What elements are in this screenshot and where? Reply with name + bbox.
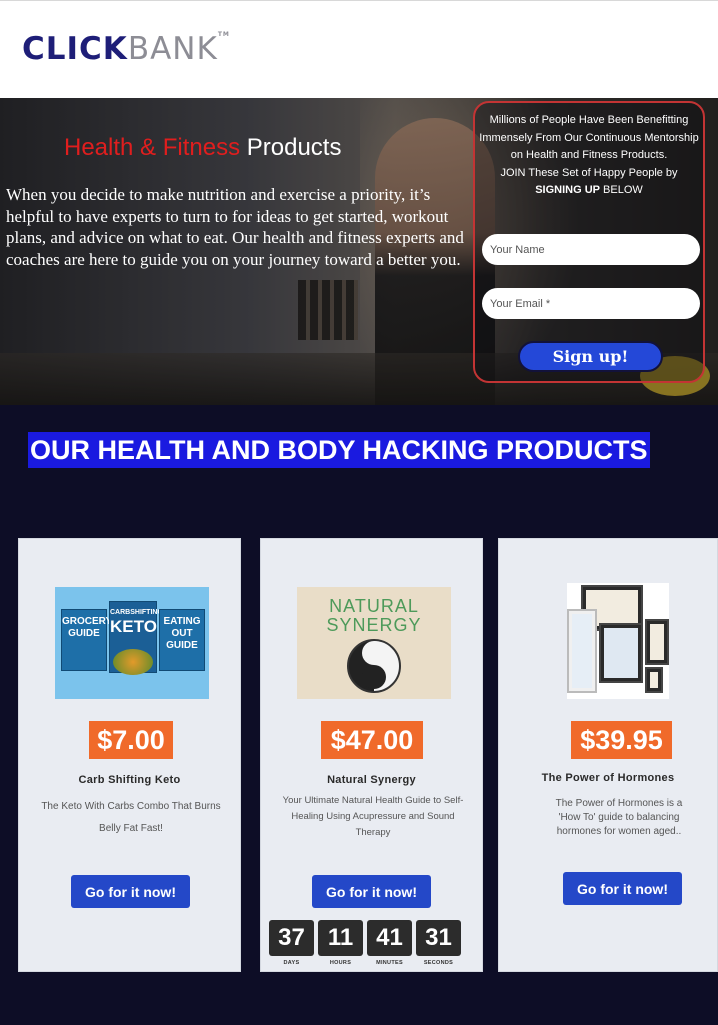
- site-header: CLICKBANKTM: [0, 0, 718, 98]
- product-name: The Power of Hormones: [541, 772, 675, 784]
- sign-up-button[interactable]: Sign up!: [518, 341, 663, 372]
- product-image-natural-synergy[interactable]: NATURAL SYNERGY: [297, 587, 451, 699]
- clickbank-logo[interactable]: CLICKBANKTM: [22, 31, 230, 67]
- natural-synergy-image-title: NATURAL SYNERGY: [326, 596, 422, 635]
- countdown-timer: 37 DAYS 11 HOURS 41 MINUTES 31 SECONDS: [269, 920, 461, 970]
- go-for-it-button[interactable]: Go for it now!: [312, 875, 431, 908]
- product-image-hormones[interactable]: [567, 583, 669, 699]
- tablet-mockup-2: [599, 623, 643, 683]
- product-price: $7.00: [89, 721, 173, 759]
- go-for-it-button[interactable]: Go for it now!: [71, 875, 190, 908]
- countdown-hours-label: HOURS: [329, 960, 352, 966]
- product-name: Carb Shifting Keto: [78, 774, 181, 786]
- countdown-seconds-label: SECONDS: [423, 960, 454, 966]
- logo-trademark: TM: [217, 31, 230, 38]
- yin-yang-icon: [347, 639, 401, 693]
- hero-title: Health & Fitness Products: [64, 134, 341, 162]
- product-description: The Keto With Carbs Combo That Burns Bel…: [41, 801, 221, 834]
- countdown-seconds-value: 31: [416, 920, 461, 956]
- book-cover-keto-header: CARBSHIFTING: [110, 609, 163, 616]
- logo-bank-text: BANK: [127, 31, 218, 67]
- product-name: Natural Synergy: [327, 774, 416, 786]
- products-heading: OUR HEALTH AND BODY HACKING PRODUCTS: [28, 432, 650, 468]
- hero-description: When you decide to make nutrition and ex…: [6, 185, 464, 269]
- signup-join-prefix: JOIN These Set of Happy People by: [500, 166, 678, 179]
- signup-form: Millions of People Have Been Benefitting…: [473, 101, 705, 383]
- product-price: $39.95: [571, 721, 672, 759]
- countdown-days-value: 37: [269, 920, 314, 956]
- product-card-carb-shifting-keto: GROCERY GUIDE CARBSHIFTING KETO EATING O…: [18, 538, 241, 972]
- product-price: $47.00: [321, 721, 423, 759]
- countdown-days: 37 DAYS: [269, 920, 314, 966]
- phone-mockup: [645, 619, 669, 665]
- signup-join-suffix: BELOW: [600, 184, 643, 196]
- book-cover-eating-out: EATING OUT GUIDE: [159, 609, 205, 671]
- countdown-seconds: 31 SECONDS: [416, 920, 461, 966]
- product-image-keto[interactable]: GROCERY GUIDE CARBSHIFTING KETO EATING O…: [55, 587, 209, 699]
- logo-click-text: CLICK: [22, 31, 128, 67]
- phone-mockup-2: [645, 667, 663, 693]
- book-cover-grocery: GROCERY GUIDE: [61, 609, 112, 671]
- hero-title-highlight: Health & Fitness: [64, 134, 241, 161]
- countdown-minutes: 41 MINUTES: [367, 920, 412, 966]
- book-mockup: [567, 609, 597, 693]
- email-input[interactable]: [482, 288, 700, 319]
- food-image: [113, 649, 153, 675]
- product-description: The Power of Hormones is a 'How To' guid…: [555, 798, 683, 837]
- signup-join-bold: SIGNING UP: [535, 184, 600, 196]
- book-cover-keto-title: KETO: [110, 617, 157, 636]
- product-description: Your Ultimate Natural Health Guide to Se…: [282, 795, 464, 838]
- countdown-hours-value: 11: [318, 920, 363, 956]
- countdown-hours: 11 HOURS: [318, 920, 363, 966]
- go-for-it-button[interactable]: Go for it now!: [563, 872, 682, 905]
- product-card-natural-synergy: NATURAL SYNERGY $47.00 Natural Synergy Y…: [260, 538, 483, 972]
- name-input[interactable]: [482, 234, 700, 265]
- signup-intro-text: Millions of People Have Been Benefitting…: [479, 114, 699, 161]
- signup-intro: Millions of People Have Been Benefitting…: [479, 112, 699, 200]
- hero-title-rest: Products: [240, 134, 342, 161]
- countdown-minutes-label: MINUTES: [376, 960, 403, 966]
- countdown-days-label: DAYS: [283, 960, 300, 966]
- product-card-power-of-hormones: $39.95 The Power of Hormones The Power o…: [498, 538, 718, 972]
- countdown-minutes-value: 41: [367, 920, 412, 956]
